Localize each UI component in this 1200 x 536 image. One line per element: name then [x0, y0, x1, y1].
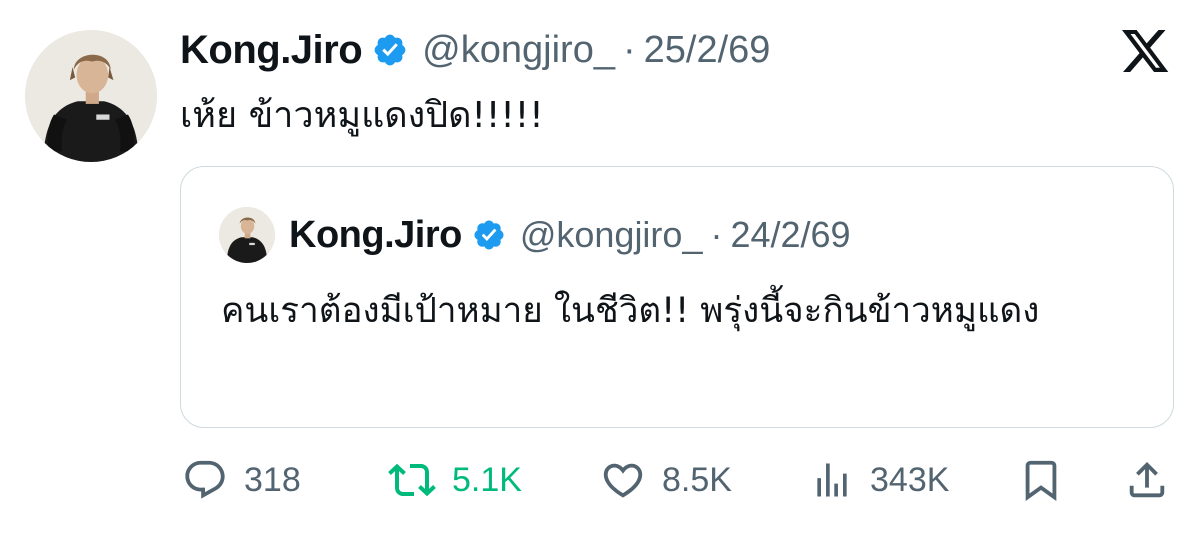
bookmark-icon	[1018, 457, 1064, 503]
author-name[interactable]: Kong.Jiro	[180, 28, 363, 73]
retweet-icon	[388, 456, 436, 504]
views-count: 343K	[870, 460, 950, 499]
quoted-tweet-date[interactable]: 24/2/69	[730, 214, 850, 256]
tweet-text: เห้ย ข้าวหมูแดงปิด!!!!!	[180, 95, 544, 136]
separator-dot: ·	[710, 214, 723, 255]
quoted-tweet-header: Kong.Jiro @kongjiro_ · 24/2/69	[219, 205, 851, 265]
verified-badge-icon[interactable]	[472, 218, 506, 252]
quoted-tweet-text: คนเราต้องมีเป้าหมาย ในชีวิต!! พรุ่งนี้จะ…	[221, 291, 1040, 331]
tweet-header: Kong.Jiro @kongjiro_ · 25/2/69	[180, 24, 770, 76]
views-button[interactable]: 343K	[810, 450, 949, 510]
author-avatar[interactable]	[25, 30, 157, 162]
views-icon	[810, 458, 854, 502]
separator-dot: ·	[622, 28, 636, 71]
x-logo-icon[interactable]	[1122, 30, 1170, 74]
reply-icon	[182, 457, 228, 503]
retweet-button[interactable]: 5.1K	[388, 450, 522, 510]
share-icon	[1124, 457, 1170, 503]
reply-button[interactable]: 318	[182, 450, 301, 510]
like-count: 8.5K	[662, 460, 732, 499]
share-button[interactable]	[1124, 450, 1170, 510]
retweet-count: 5.1K	[452, 460, 522, 499]
action-bar: 318 5.1K 8.5K 343K	[0, 450, 1200, 510]
bookmark-button[interactable]	[1018, 450, 1064, 510]
quoted-author-name[interactable]: Kong.Jiro	[289, 214, 462, 257]
like-icon	[600, 457, 646, 503]
verified-badge-icon[interactable]	[372, 32, 408, 68]
quoted-author-avatar[interactable]	[219, 207, 275, 263]
quoted-tweet-card[interactable]: Kong.Jiro @kongjiro_ · 24/2/69 คนเราต้อง…	[180, 166, 1174, 428]
reply-count: 318	[244, 460, 301, 499]
like-button[interactable]: 8.5K	[600, 450, 732, 510]
tweet-date[interactable]: 25/2/69	[644, 29, 771, 72]
author-handle[interactable]: @kongjiro_	[422, 29, 615, 72]
quoted-author-handle[interactable]: @kongjiro_	[520, 214, 703, 256]
